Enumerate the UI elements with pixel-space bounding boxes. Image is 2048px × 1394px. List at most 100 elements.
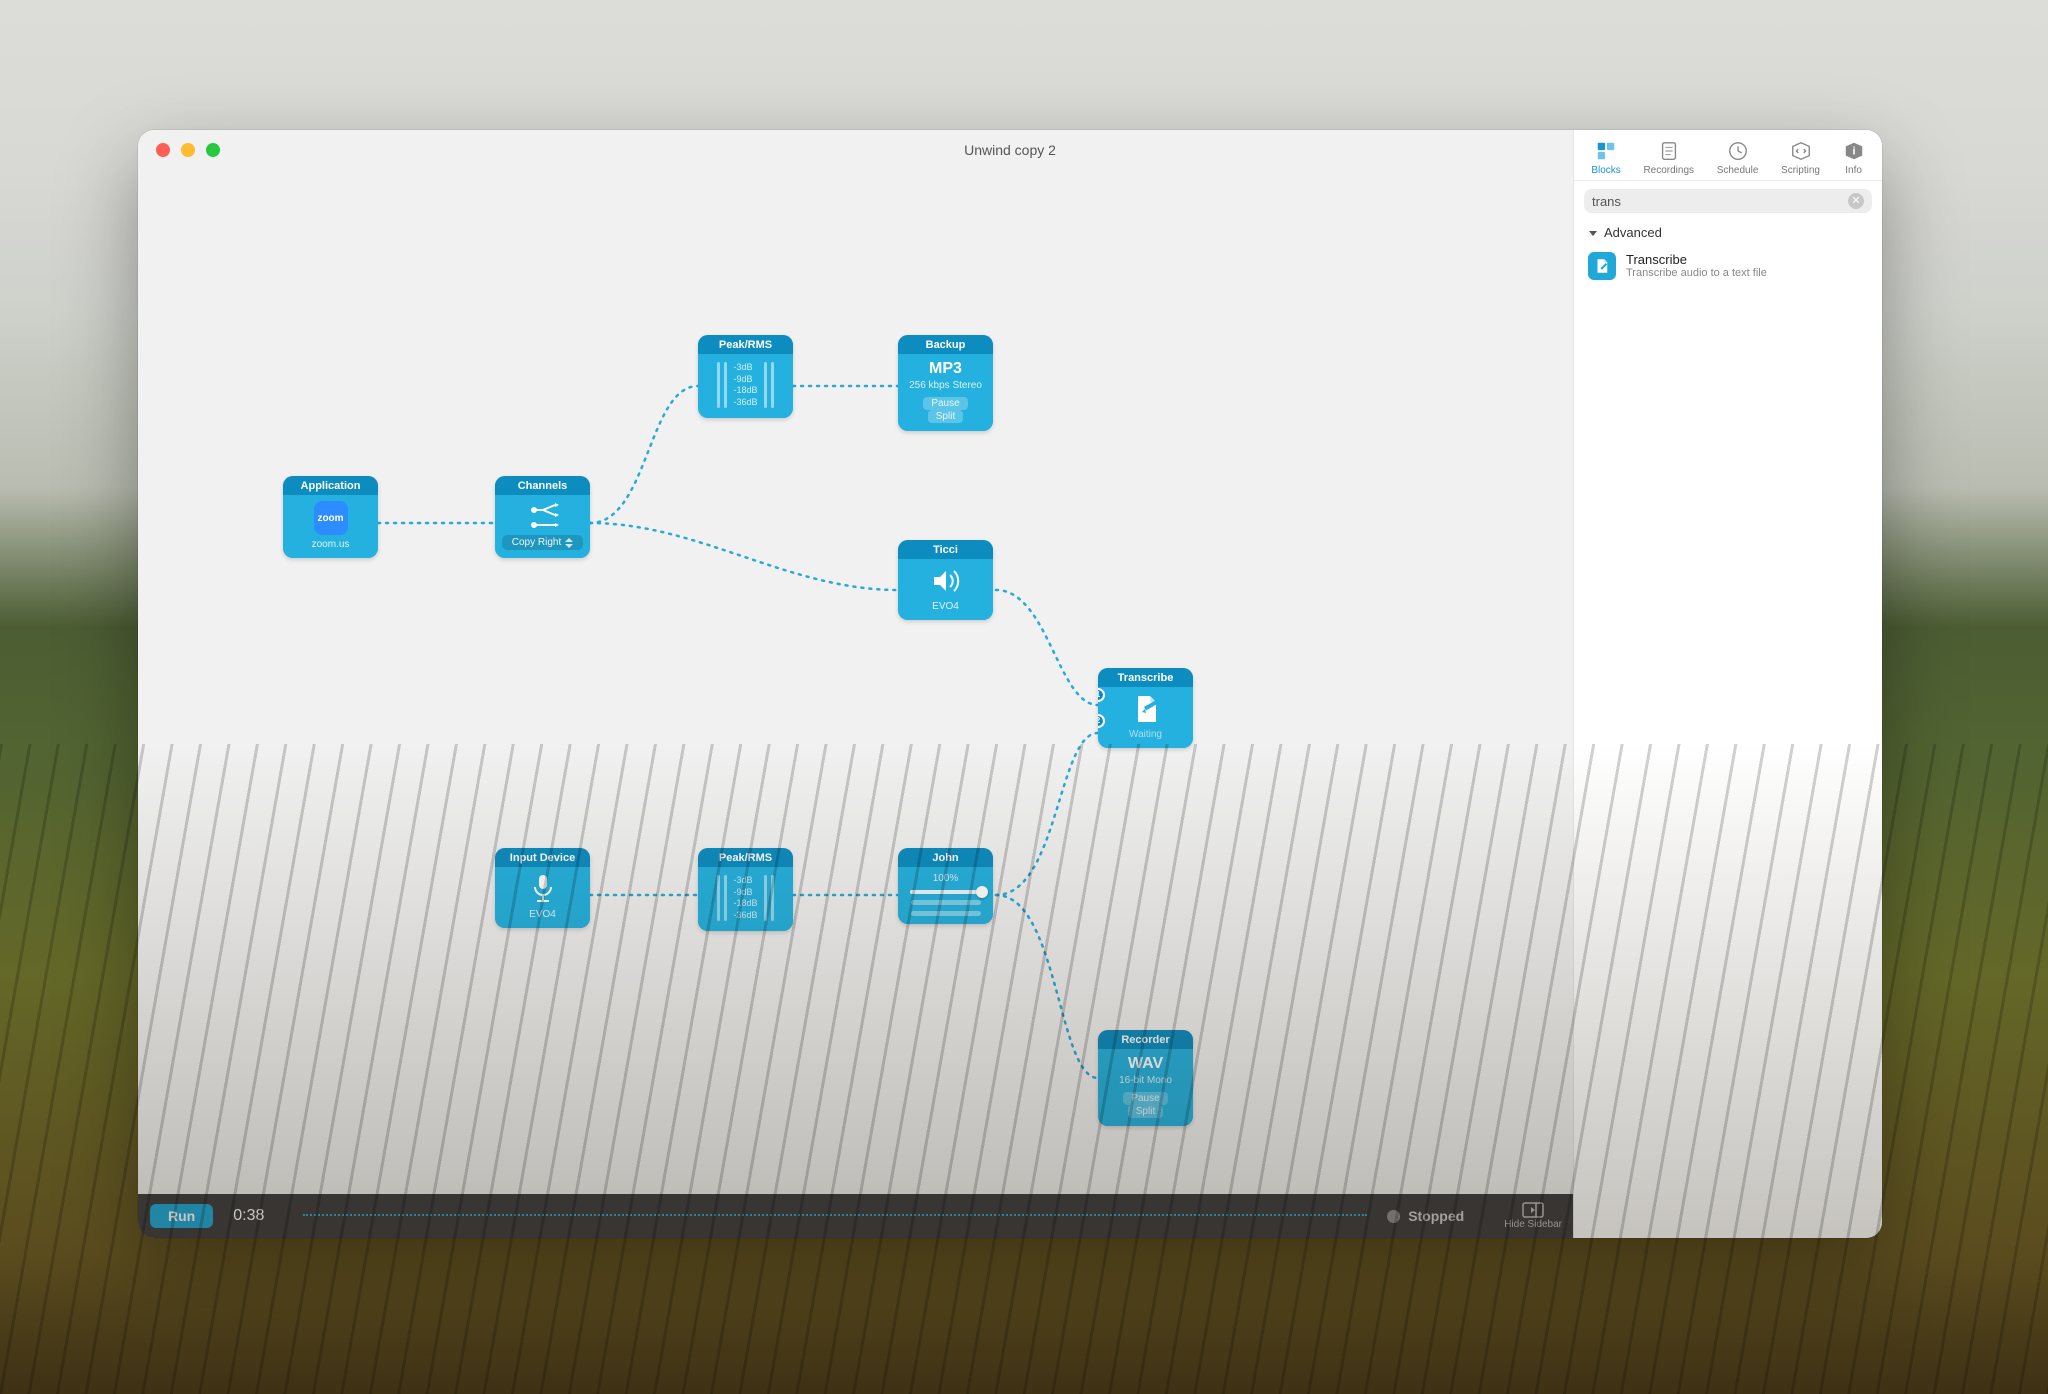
node-body: Copy Right <box>495 495 590 558</box>
node-body: MP3 256 kbps Stereo Pause Split <box>898 354 993 431</box>
vu-meter <box>911 900 981 905</box>
search-text: trans <box>1592 194 1621 209</box>
node-body: zoom zoom.us <box>283 495 378 558</box>
slider-thumb[interactable] <box>976 886 988 898</box>
node-transcribe[interactable]: 1 2 Transcribe Waiting <box>1098 668 1193 748</box>
backup-pause-button[interactable]: Pause <box>923 397 967 410</box>
node-channels[interactable]: Channels Copy Ri <box>495 476 590 558</box>
hide-sidebar-label: Hide Sidebar <box>1504 1219 1562 1230</box>
app-window: Unwind copy 2 <box>138 130 1882 1238</box>
canvas-area[interactable]: Application zoom zoom.us Channels <box>138 170 1574 1194</box>
db-level: -18dB <box>733 898 757 909</box>
node-peakrms-bottom[interactable]: Peak/RMS -3dB -9dB -18dB -36dB <box>698 848 793 931</box>
status-indicator: Stopped <box>1387 1208 1464 1224</box>
node-peakrms-top[interactable]: Peak/RMS -3dB -9dB -18dB -36dB <box>698 335 793 418</box>
clear-search-button[interactable]: ✕ <box>1848 193 1864 209</box>
node-title: Recorder <box>1098 1030 1193 1049</box>
node-title: Transcribe <box>1098 668 1193 687</box>
tab-recordings[interactable]: Recordings <box>1639 138 1698 178</box>
microphone-icon <box>527 873 559 905</box>
sidebar: Blocks Recordings Schedule Scripting i I… <box>1573 130 1882 1238</box>
run-button[interactable]: Run <box>150 1204 213 1228</box>
node-title: Peak/RMS <box>698 848 793 867</box>
node-footer: EVO4 <box>529 907 556 920</box>
search-row: trans ✕ <box>1574 181 1882 221</box>
recordings-icon <box>1658 140 1680 162</box>
zoom-window-button[interactable] <box>206 143 220 157</box>
stepper-icon <box>565 538 573 548</box>
db-level: -9dB <box>733 887 757 898</box>
tab-label: Scripting <box>1781 165 1820 176</box>
progress-track[interactable] <box>303 1214 1367 1219</box>
input-port-2[interactable]: 2 <box>1098 714 1105 728</box>
scripting-icon <box>1790 140 1812 162</box>
node-backup[interactable]: Backup MP3 256 kbps Stereo Pause Split <box>898 335 993 431</box>
node-application[interactable]: Application zoom zoom.us <box>283 476 378 558</box>
tab-label: Info <box>1845 165 1862 176</box>
db-level: -3dB <box>733 875 757 886</box>
window-controls <box>156 143 220 157</box>
backup-split-button[interactable]: Split <box>928 410 963 423</box>
node-john[interactable]: John 100% <box>898 848 993 924</box>
node-body: EVO4 <box>898 559 993 620</box>
minimize-window-button[interactable] <box>181 143 195 157</box>
recorder-pause-button[interactable]: Pause <box>1123 1092 1167 1105</box>
channels-icon <box>527 501 559 533</box>
block-item-transcribe[interactable]: Transcribe Transcribe audio to a text fi… <box>1574 246 1882 286</box>
node-ticci[interactable]: Ticci EVO4 <box>898 540 993 620</box>
node-body: -3dB -9dB -18dB -36dB <box>698 867 793 931</box>
node-title: Backup <box>898 335 993 354</box>
recorder-rate: 16-bit Mono <box>1119 1075 1172 1086</box>
node-canvas: Application zoom zoom.us Channels <box>138 170 1574 1194</box>
db-level: -9dB <box>733 374 757 385</box>
node-recorder[interactable]: Recorder WAV 16-bit Mono Pause Split <box>1098 1030 1193 1126</box>
node-title: Application <box>283 476 378 495</box>
backup-rate: 256 kbps Stereo <box>909 380 982 391</box>
recorder-split-button[interactable]: Split <box>1128 1105 1163 1118</box>
blocks-icon <box>1595 140 1617 162</box>
input-ports: 1 2 <box>1098 688 1105 728</box>
tab-label: Schedule <box>1717 165 1759 176</box>
node-body: -3dB -9dB -18dB -36dB <box>698 354 793 418</box>
recorder-format: WAV <box>1128 1055 1163 1073</box>
document-pencil-icon <box>1130 693 1162 725</box>
volume-label: 100% <box>933 873 959 884</box>
db-level: -3dB <box>733 362 757 373</box>
volume-slider[interactable] <box>910 890 982 894</box>
node-body: WAV 16-bit Mono Pause Split <box>1098 1049 1193 1126</box>
db-level: -36dB <box>733 910 757 921</box>
close-window-button[interactable] <box>156 143 170 157</box>
time-display: 0:38 <box>233 1207 283 1225</box>
tab-blocks[interactable]: Blocks <box>1587 138 1624 178</box>
category-advanced[interactable]: Advanced <box>1574 221 1882 246</box>
channels-mode-select[interactable]: Copy Right <box>502 535 583 550</box>
vu-meter <box>911 911 981 916</box>
node-title: Channels <box>495 476 590 495</box>
info-icon: i <box>1843 140 1865 162</box>
node-footer: EVO4 <box>932 599 959 612</box>
node-body: EVO4 <box>495 867 590 928</box>
desktop-background: Unwind copy 2 <box>0 0 2048 1394</box>
chevron-down-icon <box>1588 228 1598 238</box>
node-title: Ticci <box>898 540 993 559</box>
status-dot-icon <box>1387 1210 1400 1223</box>
input-port-1[interactable]: 1 <box>1098 688 1105 702</box>
tab-label: Blocks <box>1591 165 1620 176</box>
search-input[interactable]: trans ✕ <box>1584 189 1872 213</box>
tab-info[interactable]: i Info <box>1839 138 1869 178</box>
zoom-app-icon: zoom <box>314 501 348 535</box>
hide-sidebar-button[interactable]: Hide Sidebar <box>1504 1203 1562 1230</box>
db-level: -36dB <box>733 397 757 408</box>
node-title: Peak/RMS <box>698 335 793 354</box>
tab-schedule[interactable]: Schedule <box>1713 138 1763 178</box>
transcribe-status: Waiting <box>1129 727 1162 740</box>
status-text: Stopped <box>1408 1208 1464 1224</box>
node-body: Waiting <box>1098 687 1193 748</box>
node-input-device[interactable]: Input Device EVO4 <box>495 848 590 928</box>
tab-scripting[interactable]: Scripting <box>1777 138 1824 178</box>
node-footer: zoom.us <box>312 537 350 550</box>
transport-bar: Run 0:38 Stopped Hide Sidebar <box>138 1194 1574 1238</box>
db-level: -18dB <box>733 385 757 396</box>
schedule-icon <box>1727 140 1749 162</box>
channels-mode-label: Copy Right <box>512 537 561 548</box>
